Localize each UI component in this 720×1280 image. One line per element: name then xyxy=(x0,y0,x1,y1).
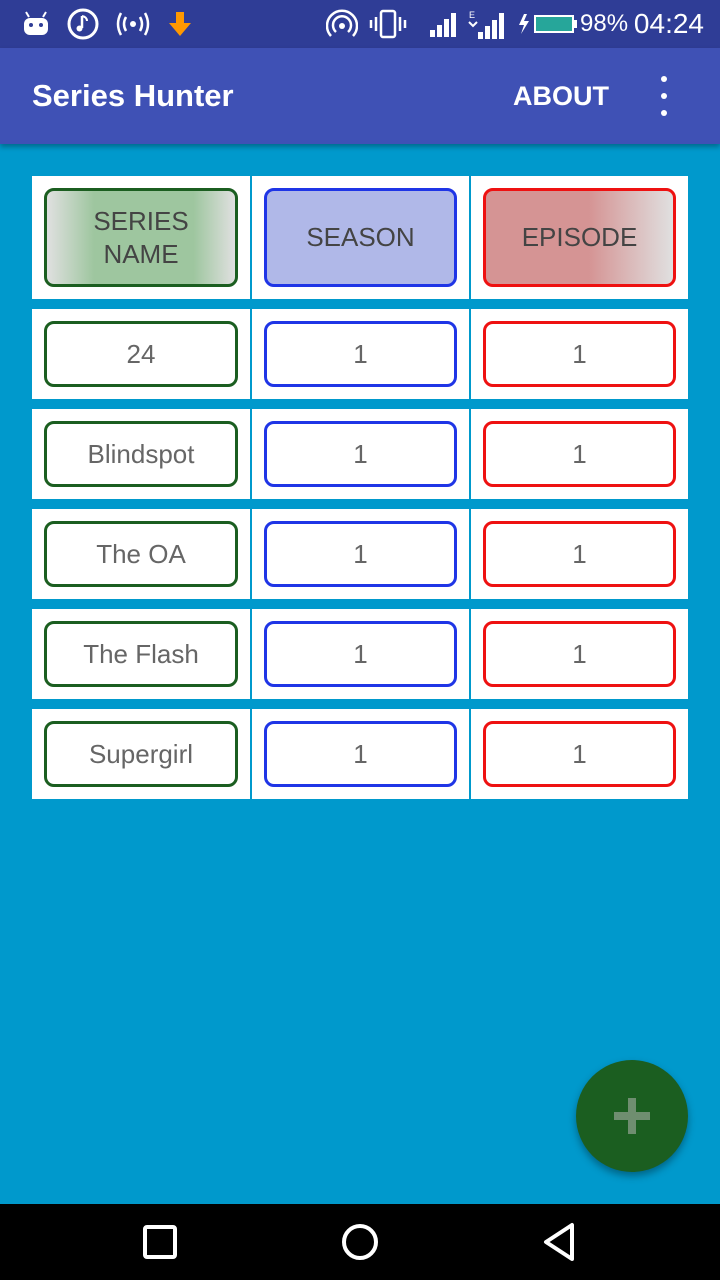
series-table: SERIES NAME SEASON EPISODE 24 1 1 Blinds… xyxy=(32,176,688,809)
episode-header[interactable]: EPISODE xyxy=(483,188,676,287)
table-row: 24 1 1 xyxy=(32,309,688,399)
music-note-icon xyxy=(66,8,100,40)
battery-charging-icon xyxy=(518,8,578,40)
table-row: The OA 1 1 xyxy=(32,509,688,599)
header-cell-series: SERIES NAME xyxy=(32,176,250,299)
back-icon[interactable] xyxy=(538,1220,582,1264)
season-field[interactable]: 1 xyxy=(264,321,457,387)
series-name-field[interactable]: 24 xyxy=(44,321,238,387)
episode-cell: 1 xyxy=(471,409,688,499)
season-cell: 1 xyxy=(252,609,469,699)
series-name-field[interactable]: Supergirl xyxy=(44,721,238,787)
recent-apps-icon[interactable] xyxy=(138,1220,182,1264)
add-series-button[interactable] xyxy=(576,1060,688,1172)
download-arrow-icon xyxy=(166,8,194,40)
name-cell: Blindspot xyxy=(32,409,250,499)
season-field[interactable]: 1 xyxy=(264,721,457,787)
series-name-header[interactable]: SERIES NAME xyxy=(44,188,238,287)
name-cell: The OA xyxy=(32,509,250,599)
season-cell: 1 xyxy=(252,509,469,599)
navigation-bar xyxy=(0,1204,720,1280)
vibrate-icon xyxy=(368,8,408,40)
battery-percent: 98% xyxy=(580,10,629,37)
clock: 04:24 xyxy=(633,8,704,39)
name-cell: The Flash xyxy=(32,609,250,699)
table-row: The Flash 1 1 xyxy=(32,609,688,699)
data-signal-icon: E xyxy=(466,8,506,40)
name-cell: 24 xyxy=(32,309,250,399)
episode-cell: 1 xyxy=(471,709,688,799)
episode-cell: 1 xyxy=(471,609,688,699)
episode-cell: 1 xyxy=(471,509,688,599)
more-vert-icon[interactable] xyxy=(648,72,680,120)
series-name-field[interactable]: Blindspot xyxy=(44,421,238,487)
android-icon xyxy=(22,8,50,40)
svg-text:E: E xyxy=(469,10,475,20)
about-button[interactable]: ABOUT xyxy=(513,81,609,112)
episode-cell: 1 xyxy=(471,309,688,399)
plus-icon-vertical xyxy=(628,1098,636,1134)
signal-icon xyxy=(428,8,458,40)
header-cell-episode: EPISODE xyxy=(471,176,688,299)
series-name-field[interactable]: The OA xyxy=(44,521,238,587)
series-name-field[interactable]: The Flash xyxy=(44,621,238,687)
broadcast-icon xyxy=(114,8,152,40)
name-cell: Supergirl xyxy=(32,709,250,799)
episode-field[interactable]: 1 xyxy=(483,621,676,687)
hotspot-icon xyxy=(326,8,358,40)
season-cell: 1 xyxy=(252,409,469,499)
episode-field[interactable]: 1 xyxy=(483,421,676,487)
episode-field[interactable]: 1 xyxy=(483,321,676,387)
season-cell: 1 xyxy=(252,709,469,799)
season-cell: 1 xyxy=(252,309,469,399)
home-icon[interactable] xyxy=(338,1220,382,1264)
table-row: Supergirl 1 1 xyxy=(32,709,688,799)
app-title: Series Hunter xyxy=(32,78,234,113)
season-field[interactable]: 1 xyxy=(264,421,457,487)
season-header[interactable]: SEASON xyxy=(264,188,457,287)
header-cell-season: SEASON xyxy=(252,176,469,299)
app-bar: Series Hunter ABOUT xyxy=(0,48,720,144)
table-header-row: SERIES NAME SEASON EPISODE xyxy=(32,176,688,299)
episode-field[interactable]: 1 xyxy=(483,521,676,587)
episode-field[interactable]: 1 xyxy=(483,721,676,787)
table-row: Blindspot 1 1 xyxy=(32,409,688,499)
season-field[interactable]: 1 xyxy=(264,521,457,587)
status-bar: E 98% 04:24 xyxy=(0,0,720,48)
season-field[interactable]: 1 xyxy=(264,621,457,687)
